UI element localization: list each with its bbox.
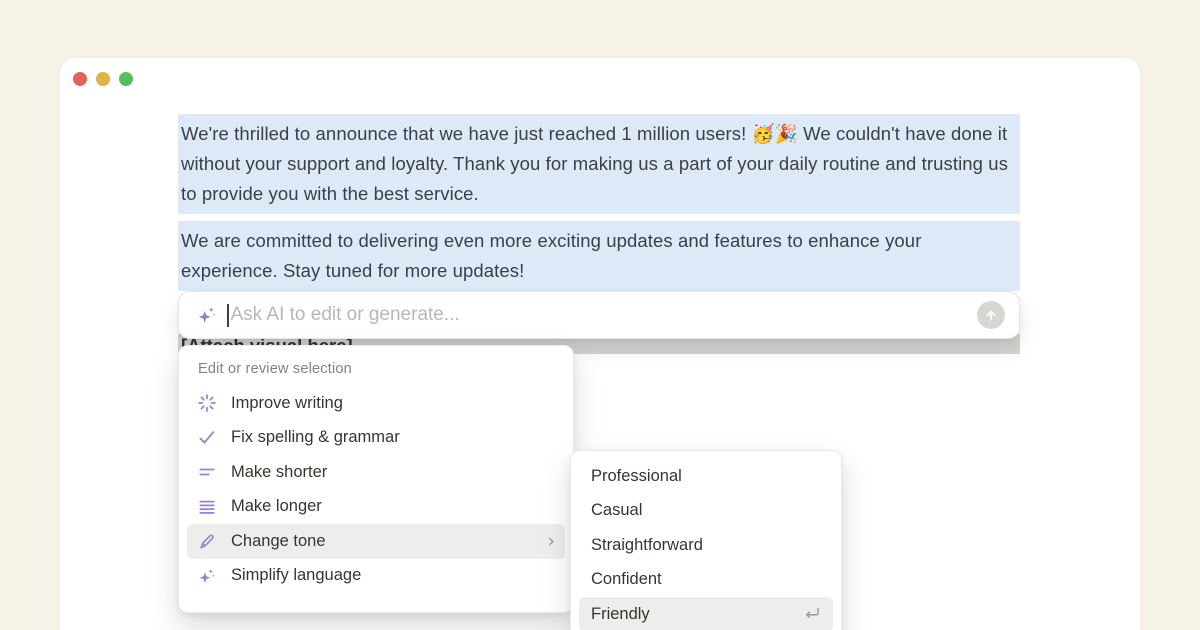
menu-item-label: Make shorter	[231, 463, 327, 482]
pen-icon	[197, 531, 217, 551]
change-tone-submenu: Professional Casual Straightforward Conf…	[570, 450, 842, 630]
ai-input-placeholder[interactable]: Ask AI to edit or generate...	[231, 304, 978, 326]
ai-sparkle-icon	[196, 304, 218, 326]
submenu-item-professional[interactable]: Professional	[571, 459, 841, 494]
two-lines-icon	[197, 462, 217, 482]
selected-paragraph-2[interactable]: We are committed to delivering even more…	[178, 221, 1020, 291]
submenu-item-confident[interactable]: Confident	[571, 563, 841, 598]
four-lines-icon	[197, 497, 217, 517]
menu-item-change-tone[interactable]: Change tone ›	[187, 524, 565, 559]
send-button[interactable]	[977, 301, 1005, 329]
menu-item-fix-spelling[interactable]: Fix spelling & grammar	[179, 421, 573, 456]
submenu-item-label: Casual	[591, 501, 642, 520]
return-key-icon	[803, 605, 821, 623]
menu-item-simplify-language[interactable]: Simplify language	[179, 559, 573, 594]
sparkle-icon	[197, 566, 217, 586]
submenu-item-casual[interactable]: Casual	[571, 494, 841, 529]
submenu-item-label: Friendly	[591, 605, 650, 624]
submenu-item-straightforward[interactable]: Straightforward	[571, 528, 841, 563]
sparkle-burst-icon	[197, 393, 217, 413]
submenu-item-label: Straightforward	[591, 536, 703, 555]
submenu-item-friendly[interactable]: Friendly	[579, 597, 833, 630]
maximize-window-icon[interactable]	[119, 72, 133, 86]
submenu-item-label: Confident	[591, 570, 662, 589]
menu-item-label: Change tone	[231, 532, 326, 551]
menu-section-label: Edit or review selection	[179, 361, 573, 386]
ai-edit-menu: Edit or review selection Improve writing…	[178, 345, 574, 613]
text-cursor	[227, 304, 229, 327]
ask-ai-input-bar[interactable]: Ask AI to edit or generate...	[178, 291, 1020, 339]
close-window-icon[interactable]	[73, 72, 87, 86]
menu-item-label: Fix spelling & grammar	[231, 428, 400, 447]
selected-paragraph-1[interactable]: We're thrilled to announce that we have …	[178, 114, 1020, 214]
menu-item-make-shorter[interactable]: Make shorter	[179, 455, 573, 490]
menu-item-improve-writing[interactable]: Improve writing	[179, 386, 573, 421]
chevron-right-icon: ›	[547, 532, 555, 551]
window-controls	[73, 72, 133, 86]
menu-item-label: Make longer	[231, 497, 322, 516]
menu-item-make-longer[interactable]: Make longer	[179, 490, 573, 525]
arrow-up-icon	[983, 307, 999, 323]
submenu-item-label: Professional	[591, 467, 682, 486]
minimize-window-icon[interactable]	[96, 72, 110, 86]
menu-item-label: Simplify language	[231, 566, 361, 585]
menu-item-label: Improve writing	[231, 394, 343, 413]
checkmark-icon	[197, 428, 217, 448]
